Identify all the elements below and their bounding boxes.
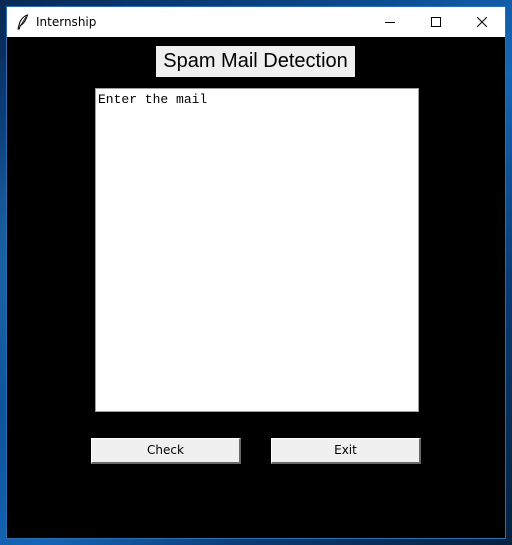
mail-text-input[interactable]: Enter the mail <box>95 88 419 412</box>
maximize-icon <box>431 17 441 27</box>
app-window: Internship Spam Mail Detection Enter the… <box>6 6 506 539</box>
close-button[interactable] <box>459 7 505 37</box>
feather-icon <box>16 14 30 30</box>
window-title: Internship <box>36 15 97 29</box>
close-icon <box>477 17 487 27</box>
desktop: Internship Spam Mail Detection Enter the… <box>0 0 512 545</box>
client-area: Spam Mail Detection Enter the mail Check… <box>7 37 505 538</box>
page-title: Spam Mail Detection <box>156 46 355 77</box>
exit-button[interactable]: Exit <box>271 438 421 464</box>
minimize-icon <box>385 22 395 23</box>
title-bar[interactable]: Internship <box>7 7 505 37</box>
minimize-button[interactable] <box>367 7 413 37</box>
maximize-button[interactable] <box>413 7 459 37</box>
check-button[interactable]: Check <box>91 438 241 464</box>
